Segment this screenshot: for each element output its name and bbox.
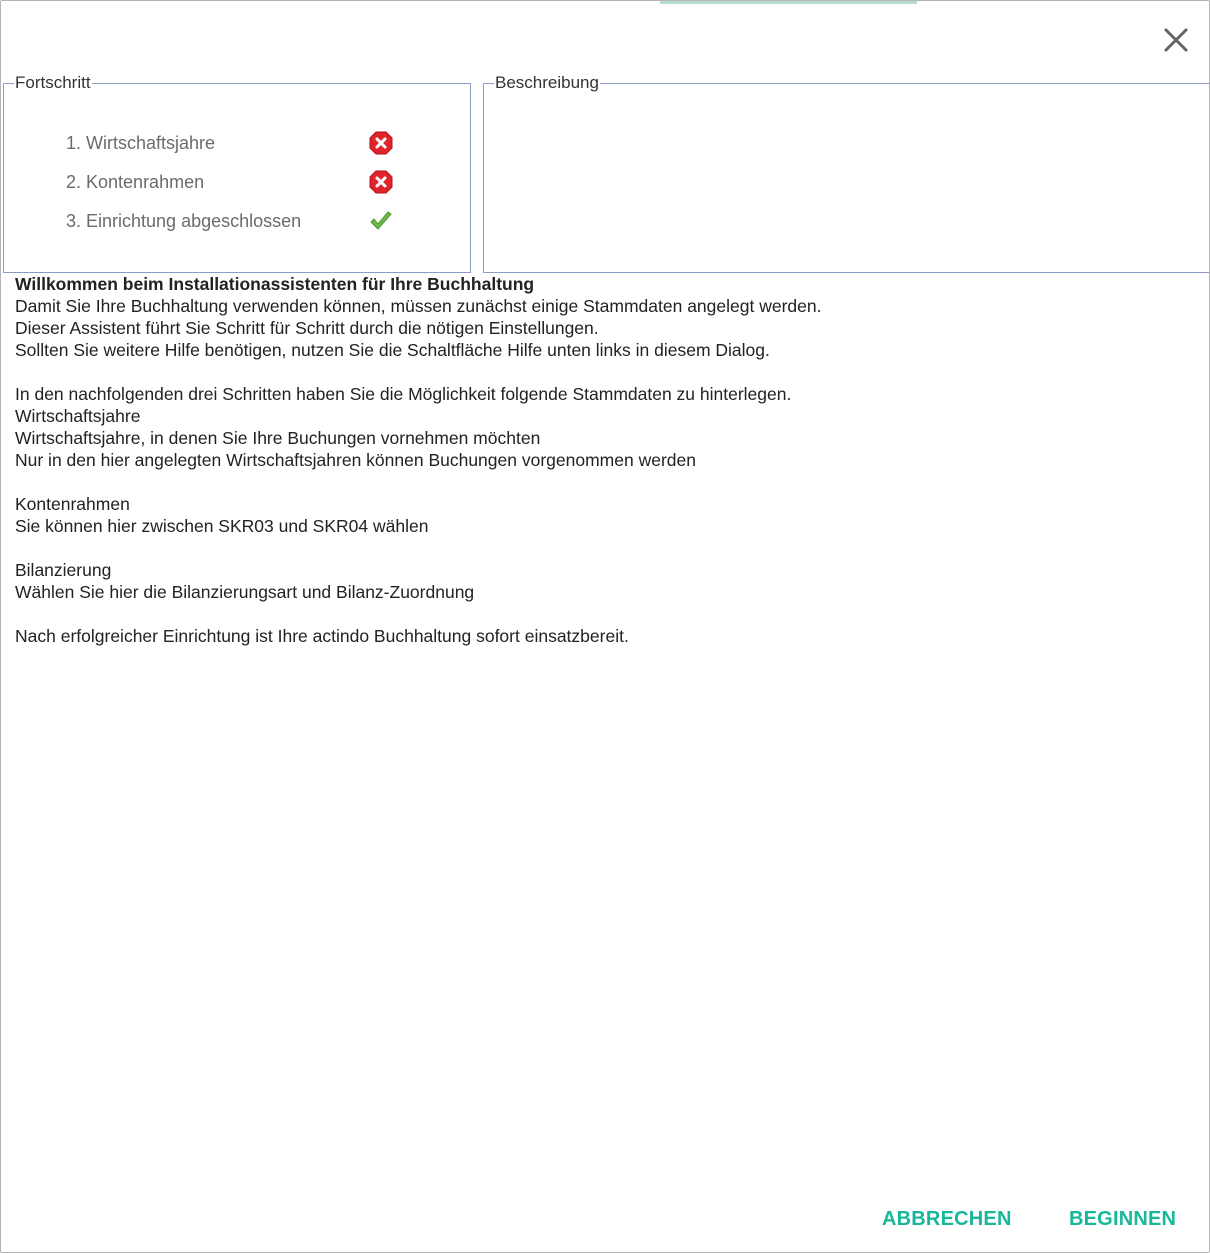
error-icon: [369, 170, 393, 194]
close-icon: [1163, 27, 1189, 53]
text-line: Kontenrahmen: [15, 494, 130, 514]
text-line: [15, 537, 1195, 559]
drag-handle[interactable]: [660, 1, 917, 4]
text-line: [15, 361, 1195, 383]
text-line: Sie können hier zwischen SKR03 und SKR04…: [15, 516, 429, 536]
step-3-label: 3. Einrichtung abgeschlossen: [66, 211, 302, 231]
text-line: [15, 603, 1195, 625]
progress-panel: Fortschritt 1. Wirtschaftsjahre 2. Konte…: [3, 73, 471, 273]
check-icon: [370, 211, 392, 230]
start-button[interactable]: Beginnen: [1069, 1208, 1176, 1231]
step-1-label: 1. Wirtschaftsjahre: [66, 133, 216, 153]
text-line: Nur in den hier angelegten Wirtschaftsja…: [15, 450, 696, 470]
cancel-button[interactable]: Abbrechen: [882, 1208, 1012, 1231]
text-line: Sollten Sie weitere Hilfe benötigen, nut…: [15, 340, 770, 360]
welcome-text: Willkommen beim Installationassistenten …: [15, 273, 1195, 647]
text-line: Bilanzierung: [15, 560, 112, 580]
text-line: Nach erfolgreicher Einrichtung ist Ihre …: [15, 626, 629, 646]
description-panel: Beschreibung: [483, 73, 1209, 273]
error-icon: [369, 131, 393, 155]
progress-legend: Fortschritt: [15, 73, 91, 92]
setup-wizard-dialog: Fortschritt 1. Wirtschaftsjahre 2. Konte…: [0, 0, 1210, 1253]
welcome-title: Willkommen beim Installationassistenten …: [15, 274, 535, 294]
text-line: Wählen Sie hier die Bilanzierungsart und…: [15, 582, 475, 602]
close-button[interactable]: [1159, 23, 1193, 57]
text-line: Wirtschaftsjahre: [15, 406, 141, 426]
text-line: Dieser Assistent führt Sie Schritt für S…: [15, 318, 599, 338]
step-2-label: 2. Kontenrahmen: [66, 172, 205, 192]
text-line: In den nachfolgenden drei Schritten habe…: [15, 384, 792, 404]
text-line: Wirtschaftsjahre, in denen Sie Ihre Buch…: [15, 428, 541, 448]
text-line: Damit Sie Ihre Buchhaltung verwenden kön…: [15, 296, 822, 316]
text-line: [15, 471, 1195, 493]
description-legend: Beschreibung: [495, 73, 599, 92]
